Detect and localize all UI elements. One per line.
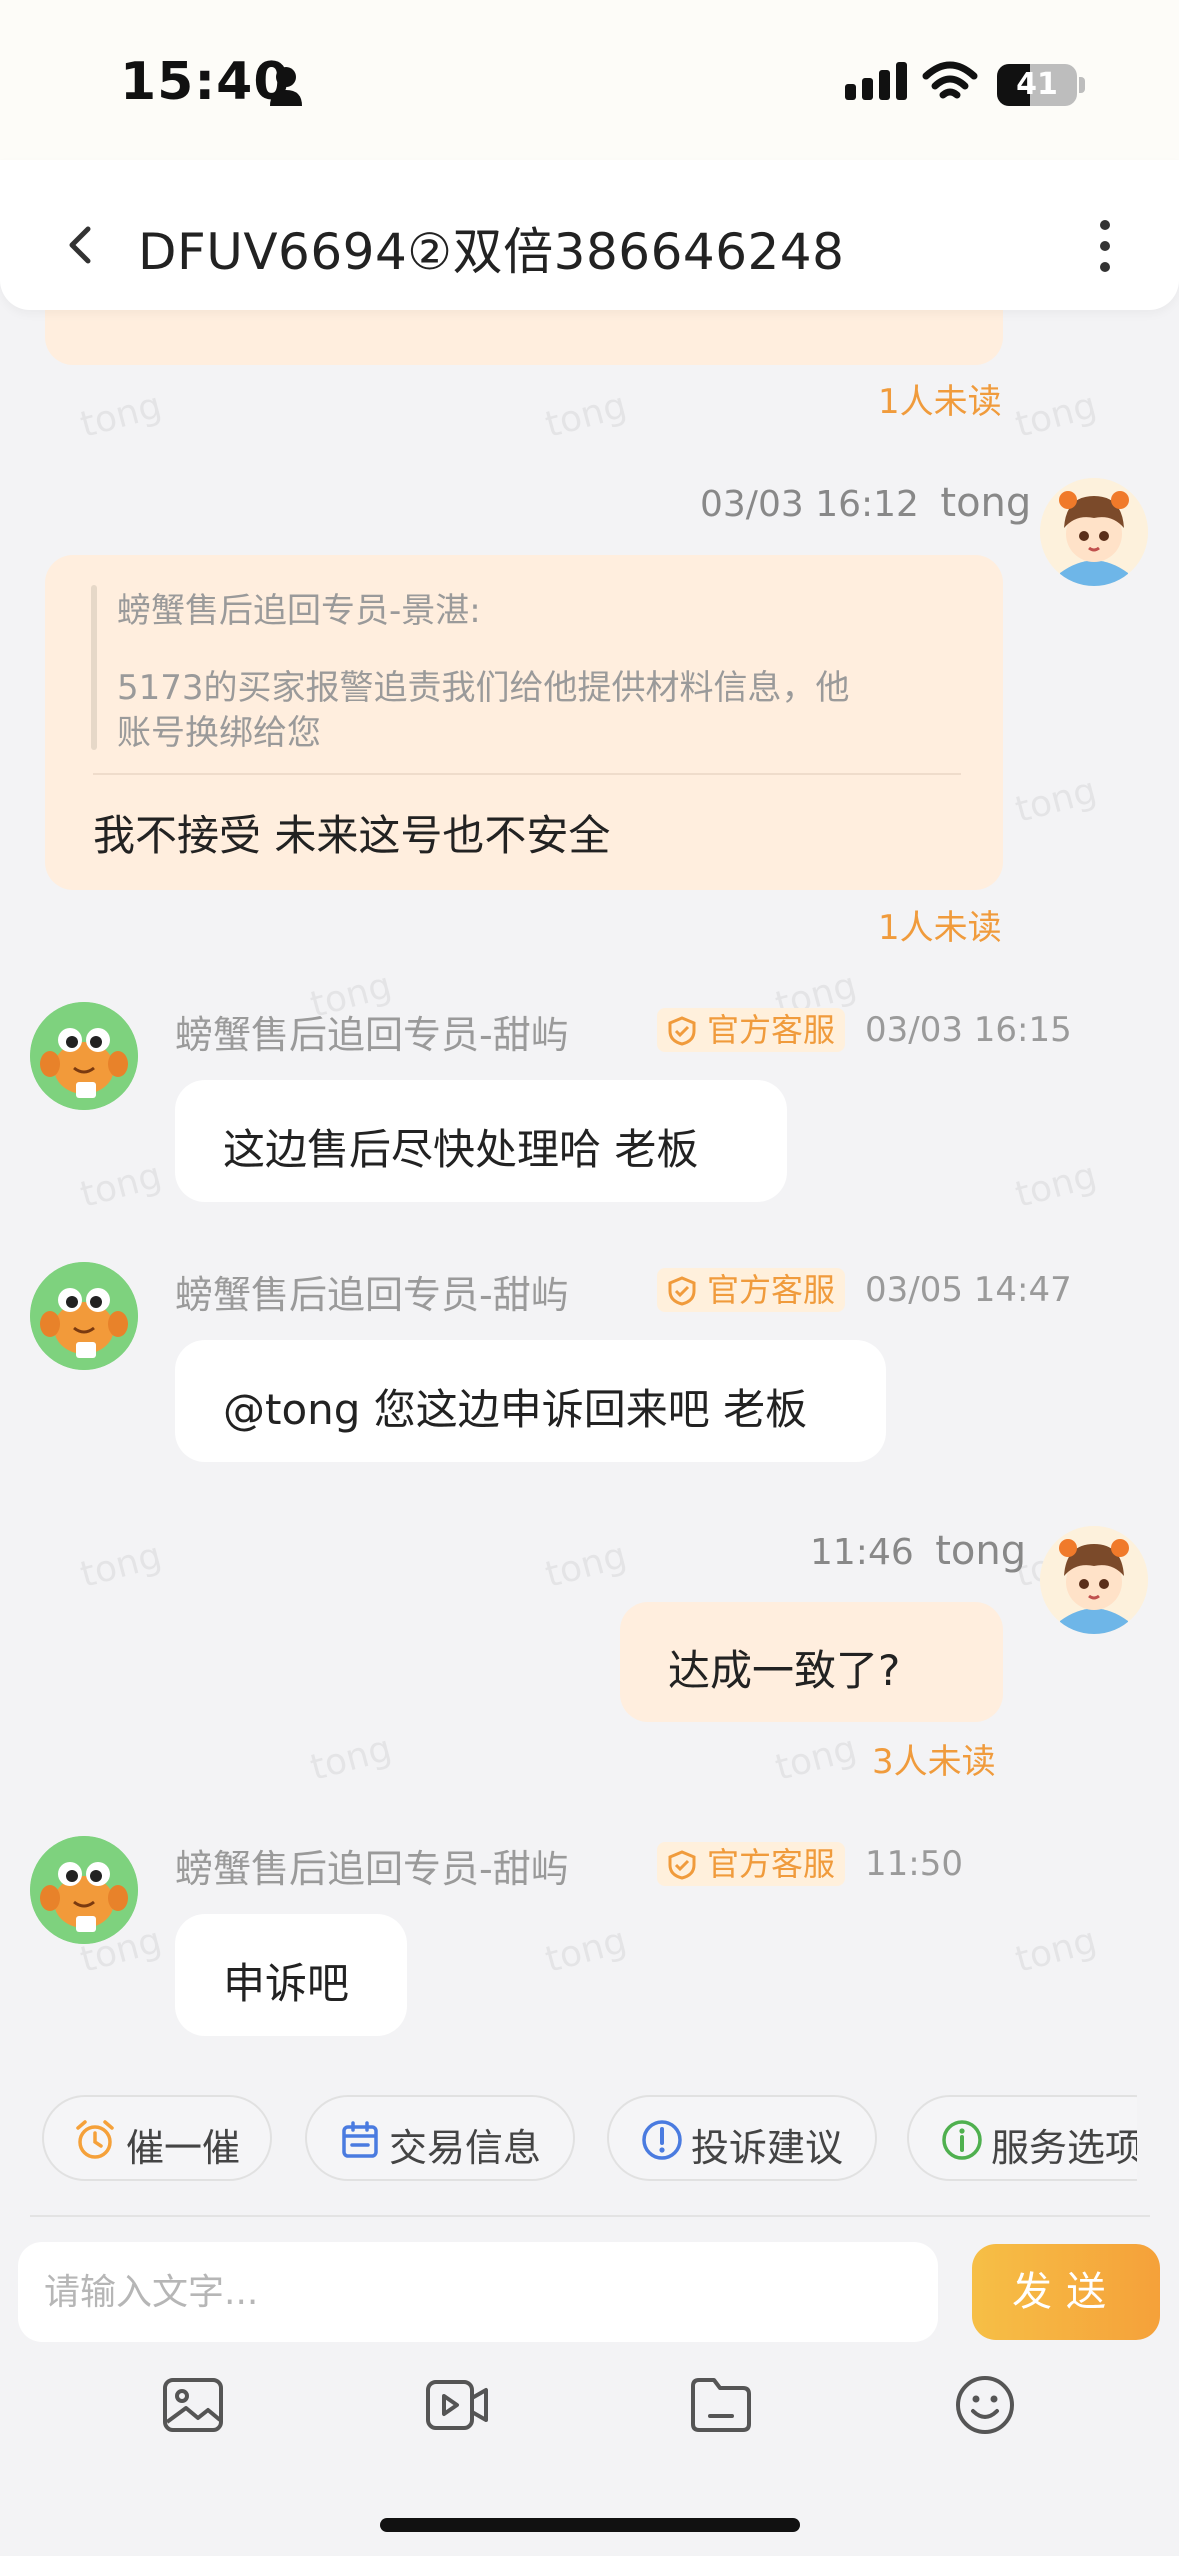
message-text: 我不接受 未来这号也不安全 bbox=[93, 811, 611, 860]
watermark: tong bbox=[1011, 1155, 1101, 1216]
message-time: 03/03 16:15 bbox=[865, 1010, 1072, 1050]
quick-action-label: 投诉建议 bbox=[691, 2126, 844, 2170]
watermark: tong bbox=[541, 385, 631, 446]
battery-cap bbox=[1079, 77, 1085, 93]
back-arrow-icon[interactable] bbox=[60, 225, 100, 265]
watermark: tong bbox=[1011, 385, 1101, 446]
sender-name: 螃蟹售后追回专员-甜屿 bbox=[175, 1847, 569, 1891]
alarm-clock-icon bbox=[76, 2120, 114, 2159]
shield-check-icon bbox=[668, 1276, 696, 1306]
unread-count: 1人未读 bbox=[878, 382, 1002, 422]
unread-count: 3人未读 bbox=[872, 1742, 996, 1782]
watermark: tong bbox=[76, 385, 166, 446]
avatar[interactable] bbox=[1040, 478, 1148, 586]
message-meta: 11:46 tong bbox=[810, 1528, 1026, 1574]
message-text: 这边售后尽快处理哈 老板 bbox=[223, 1125, 699, 1174]
watermark: tong bbox=[1011, 1920, 1101, 1981]
avatar[interactable] bbox=[1040, 1526, 1148, 1634]
official-badge: 官方客服 bbox=[657, 1842, 846, 1886]
quote-divider bbox=[93, 773, 961, 775]
badge-label: 官方客服 bbox=[707, 1845, 836, 1883]
chat-title: DFUV6694②双倍386646248 bbox=[138, 223, 845, 281]
sender-name: 螃蟹售后追回专员-甜屿 bbox=[175, 1013, 569, 1057]
avatar[interactable] bbox=[30, 1002, 138, 1110]
message-text: 申诉吧 bbox=[223, 1959, 350, 2008]
avatar[interactable] bbox=[30, 1836, 138, 1944]
quick-action-service[interactable]: 服务选项 bbox=[907, 2095, 1137, 2181]
badge-label: 官方客服 bbox=[707, 1011, 836, 1049]
quote-text-line2: 账号换绑给您 bbox=[117, 713, 321, 753]
watermark: tong bbox=[76, 1155, 166, 1216]
message-bubble-mine[interactable]: 达成一致了? bbox=[620, 1602, 1003, 1722]
message-time: 11:50 bbox=[865, 1844, 963, 1884]
watermark: tong bbox=[541, 1535, 631, 1596]
watermark: tong bbox=[76, 1535, 166, 1596]
calendar-icon bbox=[342, 2121, 378, 2158]
wifi-icon bbox=[922, 61, 978, 99]
person-icon bbox=[270, 67, 302, 106]
quick-action-urge[interactable]: 催一催 bbox=[42, 2095, 272, 2181]
message-bubble-mine[interactable]: 螃蟹售后追回专员-景湛: 5173的买家报警追责我们给他提供材料信息，他 账号换… bbox=[45, 555, 1003, 890]
battery-icon: 41 bbox=[997, 64, 1077, 106]
folder-icon[interactable] bbox=[688, 2372, 754, 2438]
message-time: 03/05 14:47 bbox=[865, 1270, 1072, 1310]
message-time: 03/03 16:12 bbox=[700, 484, 919, 525]
emoji-icon[interactable] bbox=[952, 2372, 1018, 2438]
exclamation-circle-icon bbox=[642, 2120, 682, 2160]
quick-action-trade-info[interactable]: 交易信息 bbox=[305, 2095, 575, 2181]
quick-action-service-clip: 服务选项 bbox=[907, 2095, 1137, 2181]
watermark: tong bbox=[541, 1920, 631, 1981]
send-button[interactable]: 发送 bbox=[972, 2244, 1160, 2340]
more-options-icon[interactable] bbox=[1090, 220, 1120, 280]
status-time: 15:40 bbox=[120, 52, 291, 112]
quote-bar bbox=[91, 585, 97, 750]
message-bubble-other[interactable]: @tong 您这边申诉回来吧 老板 bbox=[175, 1340, 886, 1462]
home-indicator bbox=[380, 2518, 800, 2532]
message-input[interactable] bbox=[18, 2242, 938, 2342]
official-badge: 官方客服 bbox=[657, 1008, 846, 1052]
divider bbox=[30, 2215, 1150, 2217]
quick-action-label: 交易信息 bbox=[389, 2126, 542, 2170]
message-text: @tong 您这边申诉回来吧 老板 bbox=[223, 1385, 808, 1434]
message-text: 达成一致了? bbox=[668, 1646, 901, 1695]
watermark: tong bbox=[306, 1728, 396, 1789]
watermark: tong bbox=[1011, 770, 1101, 831]
cellular-signal-icon bbox=[845, 62, 913, 100]
message-sender: tong bbox=[935, 1528, 1027, 1574]
sender-name: 螃蟹售后追回专员-甜屿 bbox=[175, 1273, 569, 1317]
quote-text-line1: 5173的买家报警追责我们给他提供材料信息，他 bbox=[117, 668, 850, 708]
info-circle-icon bbox=[942, 2120, 982, 2160]
message-meta: 03/03 16:12 tong bbox=[700, 480, 1031, 526]
quick-action-complaint[interactable]: 投诉建议 bbox=[607, 2095, 877, 2181]
shield-check-icon bbox=[668, 1016, 696, 1046]
unread-count: 1人未读 bbox=[878, 908, 1002, 948]
watermark: tong bbox=[771, 1728, 861, 1789]
badge-label: 官方客服 bbox=[707, 1271, 836, 1309]
message-sender: tong bbox=[940, 480, 1032, 526]
image-icon[interactable] bbox=[160, 2372, 226, 2438]
message-bubble-other[interactable]: 这边售后尽快处理哈 老板 bbox=[175, 1080, 787, 1202]
message-bubble-other[interactable]: 申诉吧 bbox=[175, 1914, 407, 2036]
message-time: 11:46 bbox=[810, 1532, 914, 1573]
official-badge: 官方客服 bbox=[657, 1268, 846, 1312]
video-icon[interactable] bbox=[424, 2372, 490, 2438]
shield-check-icon bbox=[668, 1850, 696, 1880]
quick-action-label: 催一催 bbox=[126, 2126, 241, 2170]
avatar[interactable] bbox=[30, 1262, 138, 1370]
quick-action-label: 服务选项 bbox=[991, 2126, 1137, 2170]
quote-author: 螃蟹售后追回专员-景湛: bbox=[117, 591, 481, 631]
